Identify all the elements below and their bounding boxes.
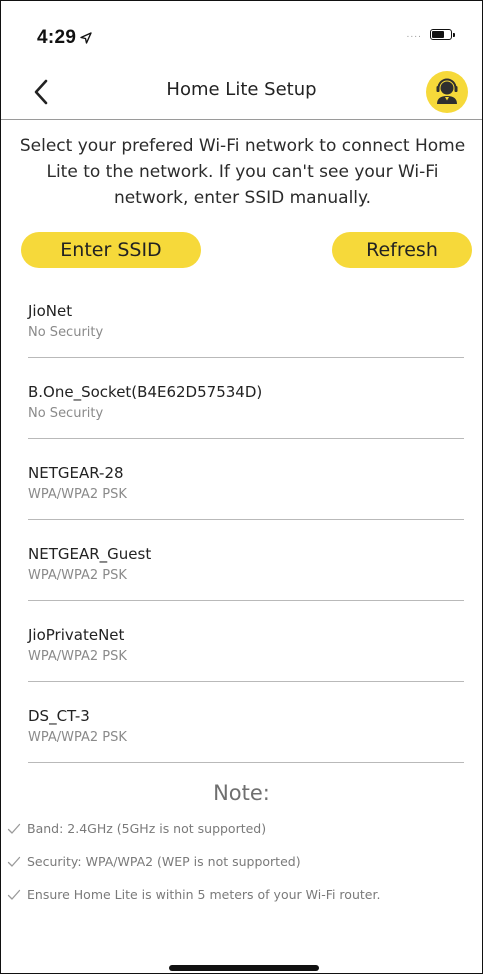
instructions-text: Select your prefered Wi-Fi network to co…	[19, 136, 466, 208]
checkmark-icon	[7, 823, 21, 834]
battery-icon	[430, 29, 455, 40]
status-indicators: ....	[406, 29, 455, 40]
refresh-button[interactable]: Refresh	[332, 232, 472, 268]
network-security: No Security	[28, 325, 104, 340]
support-agent-icon	[436, 78, 458, 104]
header-divider	[1, 119, 482, 120]
note-item: Ensure Home Lite is within 5 meters of y…	[1, 887, 482, 920]
note-list: Band: 2.4GHz (5GHz is not supported) Sec…	[1, 821, 482, 920]
network-list: JioNet No Security B.One_Socket(B4E62D57…	[1, 291, 482, 777]
network-name: B.One_Socket(B4E62D57534D)	[28, 383, 263, 401]
network-item[interactable]: JioNet No Security	[1, 291, 482, 372]
note-text: Band: 2.4GHz (5GHz is not supported)	[27, 821, 267, 836]
network-item[interactable]: B.One_Socket(B4E62D57534D) No Security	[1, 372, 482, 453]
status-time: 4:29	[37, 27, 92, 49]
support-button[interactable]	[426, 71, 468, 113]
checkmark-icon	[7, 856, 21, 867]
list-divider	[28, 600, 464, 601]
network-security: WPA/WPA2 PSK	[28, 649, 127, 664]
note-text: Ensure Home Lite is within 5 meters of y…	[27, 887, 381, 902]
nav-bar: Home Lite Setup	[1, 65, 482, 119]
network-security: WPA/WPA2 PSK	[28, 487, 127, 502]
network-item[interactable]: JioPrivateNet WPA/WPA2 PSK	[1, 615, 482, 696]
network-security: WPA/WPA2 PSK	[28, 568, 127, 583]
network-item[interactable]: DS_CT-3 WPA/WPA2 PSK	[1, 696, 482, 777]
network-item[interactable]: NETGEAR_Guest WPA/WPA2 PSK	[1, 534, 482, 615]
signal-icon: ....	[406, 29, 422, 40]
list-divider	[28, 519, 464, 520]
note-title: Note:	[213, 781, 270, 805]
network-name: NETGEAR_Guest	[28, 545, 152, 563]
list-divider	[28, 357, 464, 358]
list-divider	[28, 438, 464, 439]
note-item: Band: 2.4GHz (5GHz is not supported)	[1, 821, 482, 854]
app-screen: 4:29 .... Home Lite Setup Select your pr…	[0, 0, 483, 974]
network-name: JioPrivateNet	[28, 626, 125, 644]
enter-ssid-button[interactable]: Enter SSID	[21, 232, 201, 268]
network-security: WPA/WPA2 PSK	[28, 730, 127, 745]
network-name: NETGEAR-28	[28, 464, 124, 482]
list-divider	[28, 762, 464, 763]
status-bar: 4:29 ....	[1, 1, 482, 65]
status-time-text: 4:29	[37, 27, 77, 48]
network-name: JioNet	[28, 302, 73, 320]
network-security: No Security	[28, 406, 104, 421]
checkmark-icon	[7, 889, 21, 900]
network-item[interactable]: NETGEAR-28 WPA/WPA2 PSK	[1, 453, 482, 534]
note-text: Security: WPA/WPA2 (WEP is not supported…	[27, 854, 301, 869]
note-item: Security: WPA/WPA2 (WEP is not supported…	[1, 854, 482, 887]
network-name: DS_CT-3	[28, 707, 90, 725]
home-indicator[interactable]	[169, 965, 319, 971]
list-divider	[28, 681, 464, 682]
location-arrow-icon	[80, 32, 92, 44]
page-title: Home Lite Setup	[166, 79, 317, 100]
